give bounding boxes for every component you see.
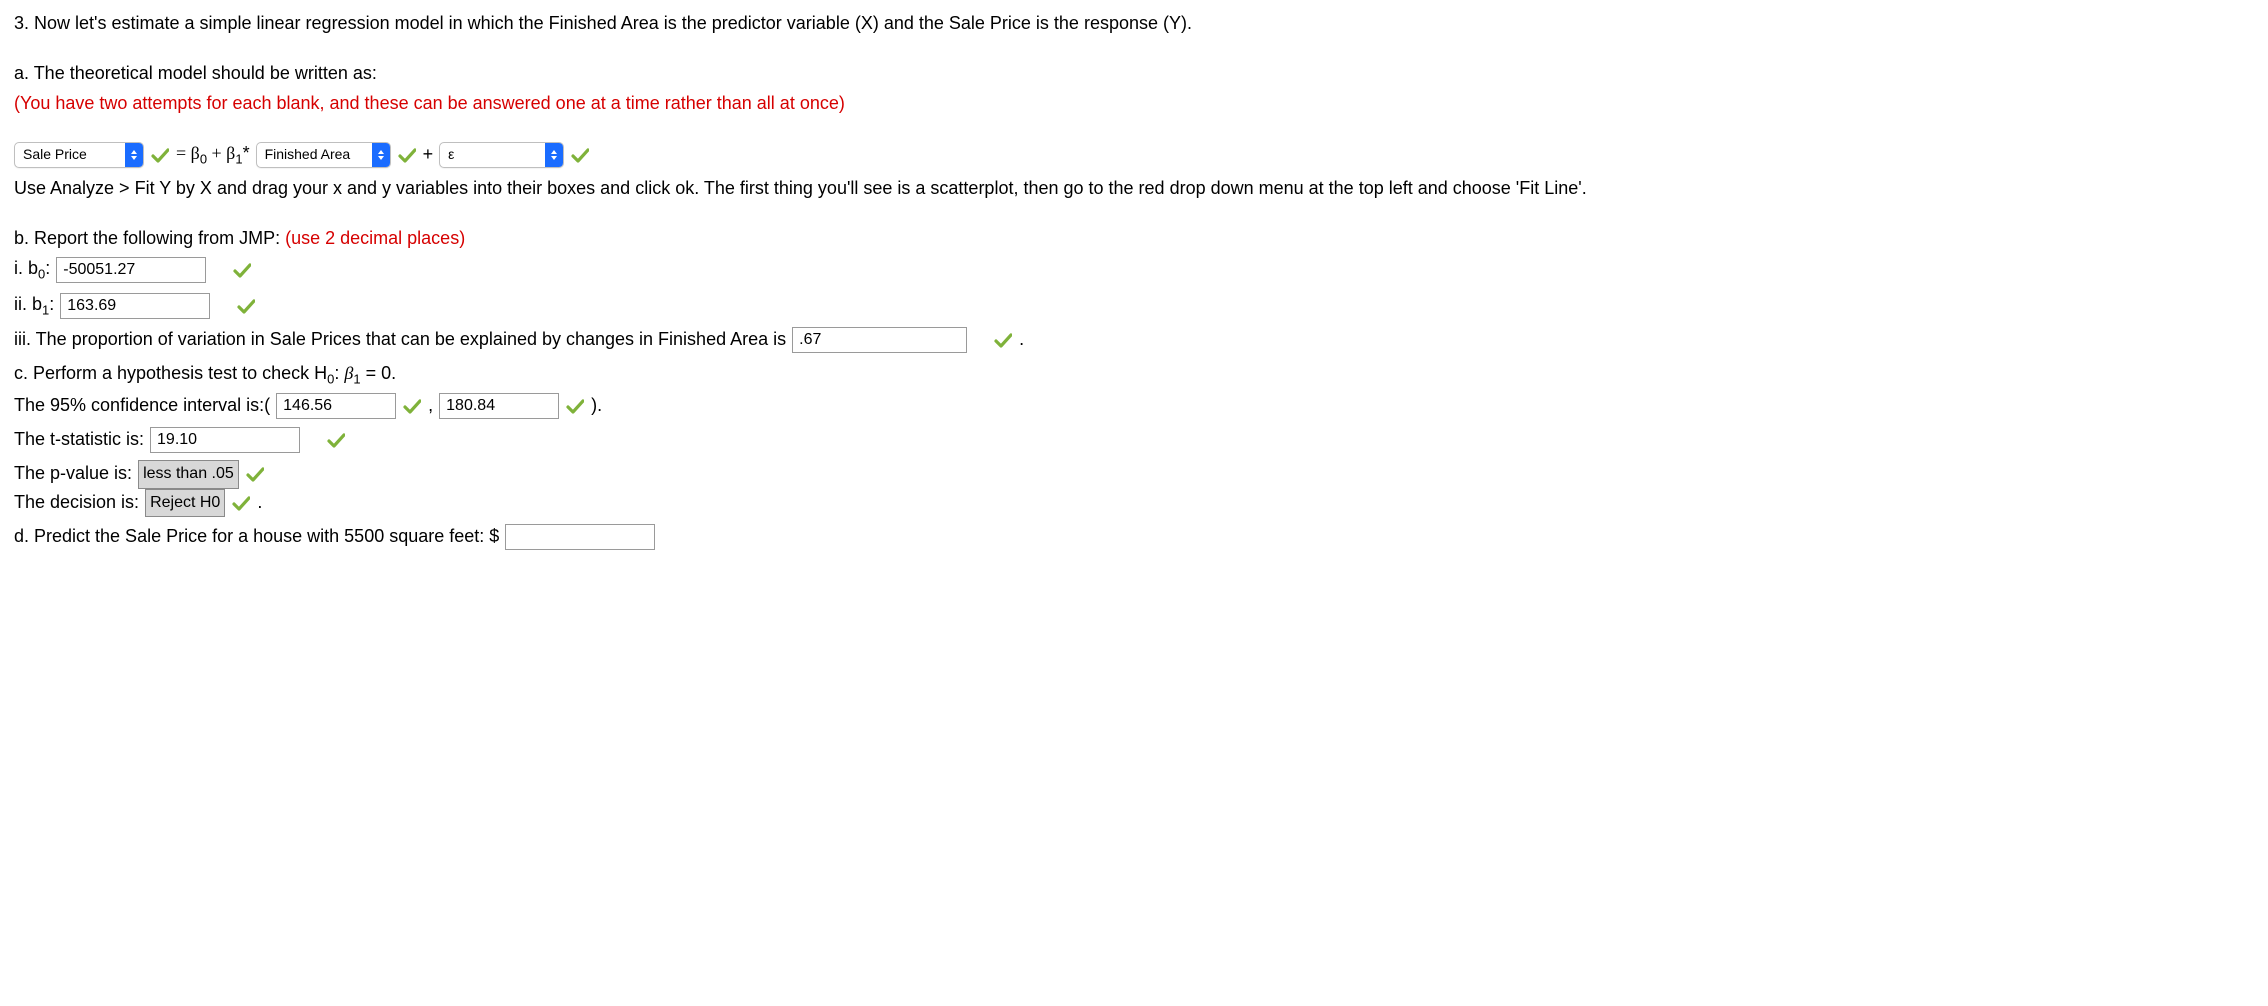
pval-chip[interactable]: less than .05: [138, 460, 239, 489]
check-icon: [993, 330, 1013, 350]
dropdown-y-variable[interactable]: Sale Price: [14, 142, 144, 168]
eq-text: = β0 + β1*: [176, 140, 250, 170]
check-icon: [565, 396, 585, 416]
b0-input[interactable]: [56, 257, 206, 283]
check-icon: [232, 260, 252, 280]
dropdown-error-text: ε: [448, 144, 539, 166]
b1-row: ii. b1:: [14, 291, 2254, 321]
ci-upper-input[interactable]: [439, 393, 559, 419]
prediction-input[interactable]: [505, 524, 655, 550]
part-a-label: a. The theoretical model should be writt…: [14, 60, 2254, 88]
plus-text: +: [423, 141, 434, 169]
tstat-input[interactable]: [150, 427, 300, 453]
model-equation-row: Sale Price = β0 + β1* Finished Area + ε: [14, 140, 2254, 170]
part-a-note: (You have two attempts for each blank, a…: [14, 90, 2254, 118]
b0-row: i. b0:: [14, 255, 2254, 285]
tstat-label: The t-statistic is:: [14, 426, 144, 454]
chevron-updown-icon: [545, 143, 563, 167]
b1-input[interactable]: [60, 293, 210, 319]
check-icon: [150, 145, 170, 165]
check-icon: [245, 464, 265, 484]
b0-label: i. b0:: [14, 255, 50, 285]
tstat-row: The t-statistic is:: [14, 426, 2254, 454]
period: .: [1019, 326, 1024, 354]
dropdown-error-term[interactable]: ε: [439, 142, 564, 168]
check-icon: [570, 145, 590, 165]
dropdown-y-text: Sale Price: [23, 144, 119, 166]
r2-input[interactable]: [792, 327, 967, 353]
ci-lower-input[interactable]: [276, 393, 396, 419]
decision-label: The decision is:: [14, 489, 139, 517]
ci-close: ).: [591, 392, 602, 420]
biii-label: iii. The proportion of variation in Sale…: [14, 326, 786, 354]
pval-row: The p-value is: less than .05: [14, 460, 2254, 489]
check-icon: [236, 296, 256, 316]
part-b-label: b. Report the following from JMP: (use 2…: [14, 225, 2254, 253]
chevron-updown-icon: [125, 143, 143, 167]
pval-label: The p-value is:: [14, 460, 132, 488]
decision-chip[interactable]: Reject H0: [145, 489, 225, 518]
period: .: [257, 489, 262, 517]
ci-label: The 95% confidence interval is:(: [14, 392, 270, 420]
comma: ,: [428, 392, 433, 420]
chevron-updown-icon: [372, 143, 390, 167]
part-c-label: c. Perform a hypothesis test to check H0…: [14, 360, 2254, 390]
part-d-label: d. Predict the Sale Price for a house wi…: [14, 523, 499, 551]
ci-row: The 95% confidence interval is:( , ).: [14, 392, 2254, 420]
dropdown-x-text: Finished Area: [265, 144, 366, 166]
biii-row: iii. The proportion of variation in Sale…: [14, 326, 2254, 354]
check-icon: [326, 430, 346, 450]
decision-row: The decision is: Reject H0 .: [14, 489, 2254, 518]
question-intro: 3. Now let's estimate a simple linear re…: [14, 10, 2254, 38]
check-icon: [402, 396, 422, 416]
analyze-hint: Use Analyze > Fit Y by X and drag your x…: [14, 175, 2254, 203]
part-d-row: d. Predict the Sale Price for a house wi…: [14, 523, 2254, 551]
check-icon: [231, 493, 251, 513]
dropdown-x-variable[interactable]: Finished Area: [256, 142, 391, 168]
b1-label: ii. b1:: [14, 291, 54, 321]
check-icon: [397, 145, 417, 165]
